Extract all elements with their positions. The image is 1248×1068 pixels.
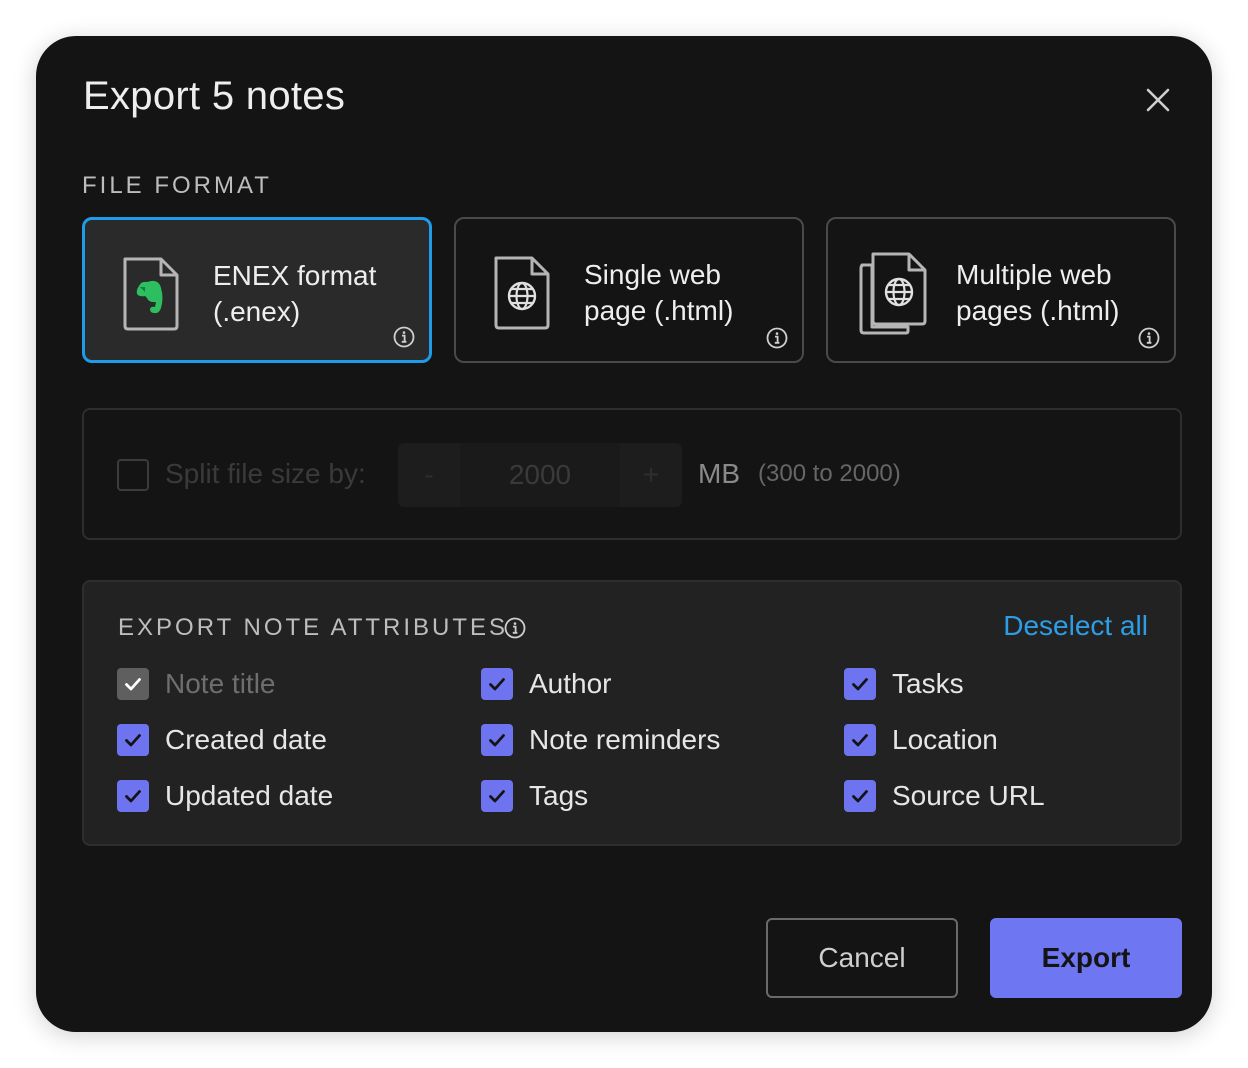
- attribute-label: Source URL: [892, 780, 1045, 811]
- format-option-label: Multiple web pages (.html): [956, 259, 1120, 326]
- checkbox-checked-icon: [117, 724, 149, 756]
- checkbox-checked-icon: [844, 724, 876, 756]
- attribute-note-reminders[interactable]: Note reminders: [481, 722, 720, 758]
- dialog-title: Export 5 notes: [83, 74, 346, 118]
- format-option-label: Single web page (.html): [584, 259, 734, 326]
- attribute-note-title[interactable]: Note title: [117, 666, 276, 702]
- attribute-label: Tags: [529, 780, 589, 811]
- attribute-author[interactable]: Author: [481, 666, 612, 702]
- size-range-hint: (300 to 2000): [758, 460, 901, 487]
- file-format-label: FILE FORMAT: [82, 172, 272, 199]
- format-option-enex[interactable]: ENEX format (.enex): [82, 217, 432, 363]
- web-page-icon: [492, 255, 552, 336]
- split-file-checkbox[interactable]: [117, 459, 149, 491]
- note-attributes-panel: EXPORT NOTE ATTRIBUTES Deselect all Note…: [82, 580, 1182, 846]
- attribute-location[interactable]: Location: [844, 722, 998, 758]
- attribute-created-date[interactable]: Created date: [117, 722, 327, 758]
- checkbox-checked-icon: [481, 724, 513, 756]
- attribute-label: Created date: [165, 724, 327, 755]
- export-dialog: Export 5 notes FILE FORMAT ENEX format (…: [36, 36, 1212, 1032]
- attribute-source-url[interactable]: Source URL: [844, 778, 1045, 814]
- size-unit: MB: [698, 458, 740, 489]
- attribute-updated-date[interactable]: Updated date: [117, 778, 333, 814]
- decrement-button[interactable]: -: [398, 443, 460, 507]
- format-option-multiple-html[interactable]: Multiple web pages (.html): [826, 217, 1176, 363]
- checkbox-checked-icon: [844, 780, 876, 812]
- format-option-label: ENEX format (.enex): [213, 260, 377, 327]
- multiple-web-pages-icon: [858, 251, 930, 340]
- cancel-button[interactable]: Cancel: [766, 918, 958, 998]
- attribute-label: Note reminders: [529, 724, 721, 755]
- attribute-label: Updated date: [165, 780, 334, 811]
- split-file-panel: Split file size by: - 2000 + MB (300 to …: [82, 408, 1182, 540]
- attributes-label: EXPORT NOTE ATTRIBUTES: [118, 614, 509, 641]
- attribute-label: Tasks: [892, 668, 964, 699]
- checkbox-checked-icon: [481, 668, 513, 700]
- attribute-label: Note title: [165, 668, 276, 699]
- attribute-label: Location: [892, 724, 998, 755]
- split-file-label: Split file size by:: [165, 458, 366, 489]
- export-button[interactable]: Export: [990, 918, 1182, 998]
- attribute-tags[interactable]: Tags: [481, 778, 588, 814]
- increment-button[interactable]: +: [620, 443, 682, 507]
- split-size-input[interactable]: 2000: [460, 443, 620, 507]
- info-icon[interactable]: [1138, 327, 1160, 349]
- checkbox-checked-icon: [481, 780, 513, 812]
- deselect-all-link[interactable]: Deselect all: [1003, 610, 1148, 642]
- info-icon[interactable]: [766, 327, 788, 349]
- info-icon[interactable]: [393, 326, 415, 348]
- evernote-file-icon: [121, 256, 181, 337]
- checkbox-checked-icon: [844, 668, 876, 700]
- attribute-tasks[interactable]: Tasks: [844, 666, 964, 702]
- checkbox-checked-icon: [117, 780, 149, 812]
- format-option-single-html[interactable]: Single web page (.html): [454, 217, 804, 363]
- info-icon[interactable]: [504, 617, 526, 639]
- attribute-label: Author: [529, 668, 612, 699]
- checkbox-checked-icon: [117, 668, 149, 700]
- close-icon[interactable]: [1142, 84, 1174, 116]
- split-size-stepper: - 2000 +: [398, 443, 682, 507]
